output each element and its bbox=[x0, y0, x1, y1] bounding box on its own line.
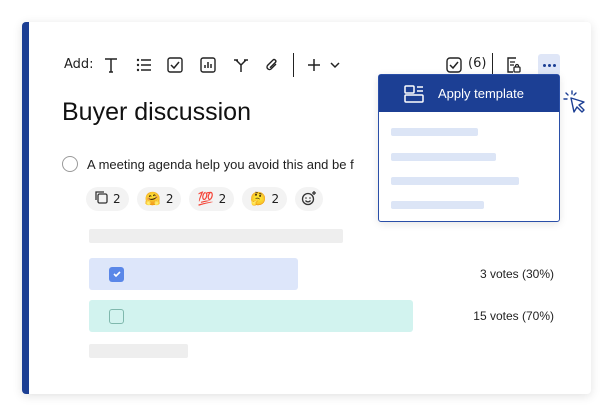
placeholder-line bbox=[89, 229, 343, 243]
reaction-count: 2 bbox=[165, 192, 174, 206]
menu-placeholder bbox=[391, 153, 496, 161]
list-icon[interactable] bbox=[133, 54, 155, 76]
poll-option-1[interactable] bbox=[89, 258, 298, 290]
reaction-hug[interactable]: 🤗 2 bbox=[136, 187, 182, 211]
agenda-item[interactable]: A meeting agenda help you avoid this and… bbox=[62, 152, 392, 176]
more-icon[interactable] bbox=[538, 54, 560, 76]
toolbar: Add: (6) bbox=[22, 22, 591, 82]
more-dropdown-menu: Apply template bbox=[378, 74, 560, 222]
reaction-thinking[interactable]: 🤔 2 bbox=[242, 187, 288, 211]
menu-placeholder bbox=[391, 128, 478, 136]
reaction-count: 2 bbox=[218, 192, 227, 206]
add-reaction-button[interactable] bbox=[295, 187, 324, 211]
poll-votes-1: 3 votes (30%) bbox=[479, 267, 554, 281]
unchecked-checkbox-icon[interactable] bbox=[109, 308, 124, 324]
smiley-plus-icon bbox=[301, 190, 317, 209]
task-count: (6) bbox=[468, 56, 487, 71]
apply-template-label: Apply template bbox=[438, 86, 524, 101]
chart-icon[interactable] bbox=[197, 54, 219, 76]
apply-template-menu-item[interactable]: Apply template bbox=[379, 75, 559, 112]
reactions-bar: 2 🤗 2 💯 2 🤔 2 bbox=[86, 187, 324, 211]
toolbar-divider bbox=[293, 53, 294, 77]
reaction-count: 2 bbox=[113, 192, 121, 206]
menu-placeholder bbox=[391, 177, 519, 185]
page-title: Buyer discussion bbox=[62, 98, 251, 126]
document-lock-icon[interactable] bbox=[502, 54, 524, 76]
task-check-icon[interactable] bbox=[443, 54, 465, 76]
thinking-emoji: 🤔 bbox=[250, 191, 267, 207]
poll-option-2[interactable] bbox=[89, 300, 413, 332]
agenda-text: A meeting agenda help you avoid this and… bbox=[87, 156, 354, 172]
reaction-count: 2 bbox=[271, 192, 280, 206]
branch-icon[interactable] bbox=[230, 54, 252, 76]
template-icon bbox=[404, 84, 424, 103]
pointer-cursor-icon bbox=[563, 90, 587, 120]
reaction-hundred[interactable]: 💯 2 bbox=[189, 187, 235, 211]
poll-votes-2: 15 votes (70%) bbox=[473, 309, 554, 323]
hundred-emoji: 💯 bbox=[197, 191, 214, 207]
menu-placeholder bbox=[391, 201, 484, 209]
paperclip-icon[interactable] bbox=[261, 54, 283, 76]
add-label: Add: bbox=[64, 57, 94, 72]
document-card: Add: (6) Buyer discussion A meeting agen… bbox=[22, 22, 591, 394]
text-icon[interactable] bbox=[100, 54, 122, 76]
reaction-copy[interactable]: 2 bbox=[86, 187, 129, 211]
copy-icon bbox=[94, 190, 108, 208]
hug-emoji: 🤗 bbox=[144, 191, 161, 207]
plus-icon[interactable] bbox=[303, 54, 325, 76]
agenda-radio[interactable] bbox=[62, 156, 78, 172]
chevron-down-icon[interactable] bbox=[324, 54, 346, 76]
checkbox-icon[interactable] bbox=[164, 54, 186, 76]
checked-checkbox-icon[interactable] bbox=[109, 266, 124, 282]
placeholder-line bbox=[89, 344, 188, 358]
